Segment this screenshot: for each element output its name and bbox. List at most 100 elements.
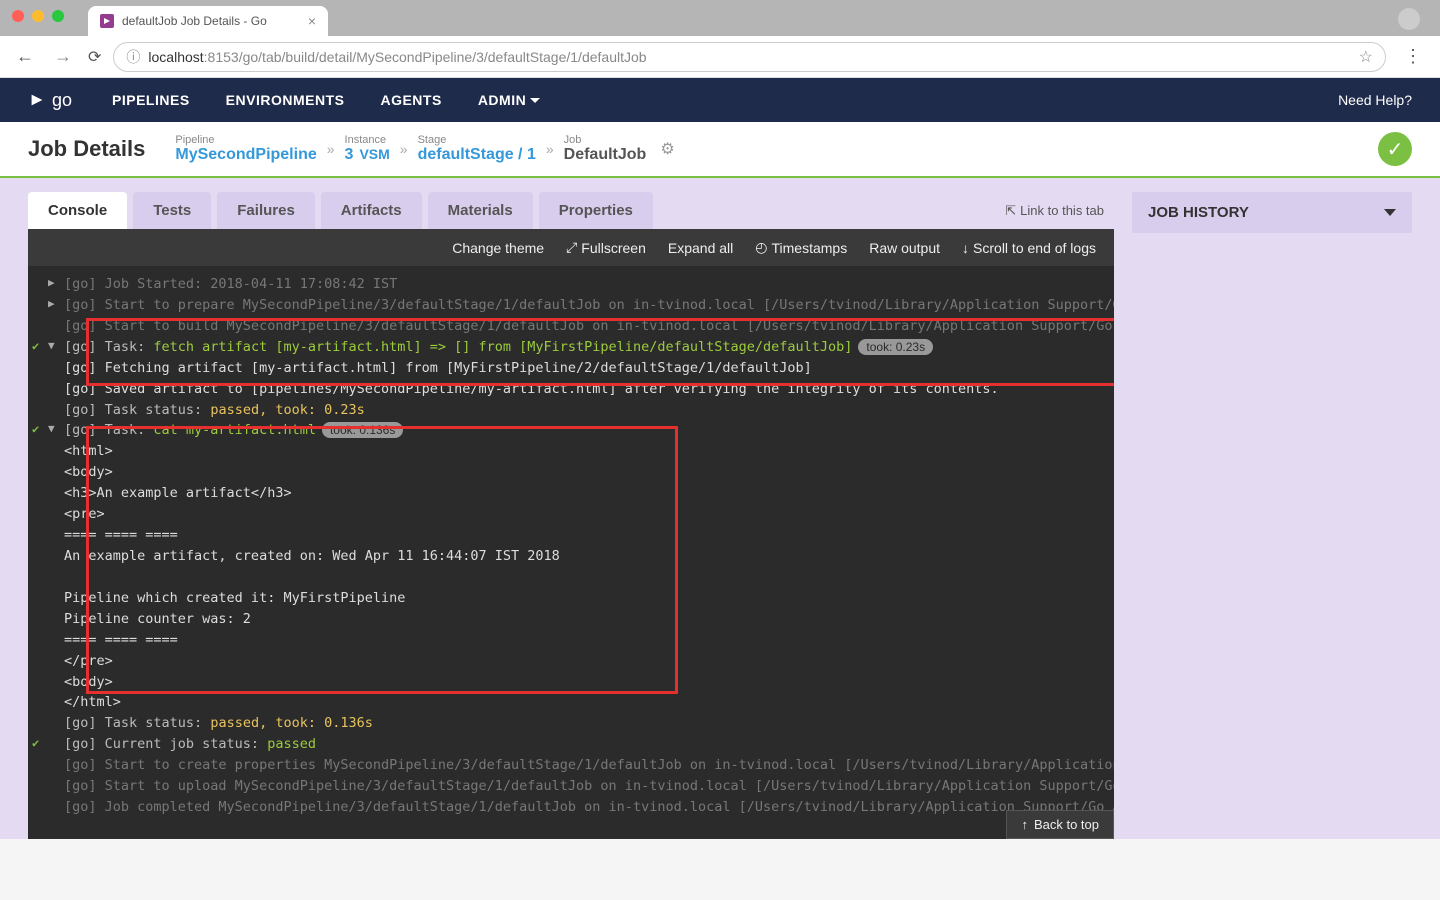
browser-tab-bar: defaultJob Job Details - Go × (0, 0, 1440, 36)
tab-close-icon[interactable]: × (308, 13, 316, 29)
breadcrumb-separator: » (546, 141, 554, 157)
maximize-window-icon[interactable] (52, 10, 64, 22)
link-icon: ⇱ (1005, 203, 1016, 219)
vsm-link[interactable]: VSM (359, 146, 389, 162)
browser-toolbar: ← → ⟳ ⓘ localhost:8153/go/tab/build/deta… (0, 36, 1440, 78)
log-line: Pipeline counter was: 2 (48, 609, 1104, 630)
arrow-up-icon: ↑ (1021, 817, 1028, 832)
pipeline-link[interactable]: MySecondPipeline (175, 146, 316, 164)
log-line: <html> (48, 441, 1104, 462)
nav-environments[interactable]: ENVIRONMENTS (226, 92, 345, 108)
tab-artifacts[interactable]: Artifacts (321, 192, 422, 229)
close-window-icon[interactable] (12, 10, 24, 22)
window-controls (12, 10, 64, 22)
tab-console[interactable]: Console (28, 192, 127, 229)
breadcrumb-instance: Instance 3VSM (345, 134, 390, 164)
check-icon: ✔ (32, 337, 39, 356)
log-line: [go] Start to upload MySecondPipeline/3/… (48, 776, 1104, 797)
nav-admin[interactable]: ADMIN (478, 92, 540, 108)
content-area: Console Tests Failures Artifacts Materia… (0, 178, 1440, 839)
log-line: [go] Task status: passed, took: 0.23s (48, 400, 1104, 421)
console-output: Change theme ⤢ Fullscreen Expand all ◴ T… (28, 229, 1114, 839)
tab-failures[interactable]: Failures (217, 192, 315, 229)
log-line: ✔▼[go] Task: fetch artifact [my-artifact… (48, 337, 1104, 358)
console-toolbar: Change theme ⤢ Fullscreen Expand all ◴ T… (28, 229, 1114, 266)
tab-title: defaultJob Job Details - Go (122, 14, 267, 28)
duration-pill: took: 0.136s (322, 422, 403, 438)
tab-favicon-icon (100, 14, 114, 28)
tab-properties[interactable]: Properties (539, 192, 653, 229)
collapse-caret-icon[interactable]: ▼ (48, 420, 55, 437)
clock-icon: ◴ (755, 239, 767, 256)
back-button[interactable]: ← (12, 46, 38, 67)
breadcrumb-pipeline: Pipeline MySecondPipeline (175, 134, 316, 164)
back-to-top-button[interactable]: ↑Back to top (1006, 810, 1114, 839)
url-host: localhost (148, 49, 203, 65)
collapse-caret-icon[interactable]: ▼ (48, 337, 55, 354)
log-line (48, 567, 1104, 588)
log-line: ✔▼[go] Task: cat my-artifact.htmltook: 0… (48, 420, 1104, 441)
log-line: ==== ==== ==== (48, 630, 1104, 651)
main-nav: PIPELINES ENVIRONMENTS AGENTS ADMIN (112, 92, 540, 108)
log-line: <body> (48, 462, 1104, 483)
browser-menu-icon[interactable]: ⋮ (1398, 46, 1428, 67)
raw-output-button[interactable]: Raw output (869, 239, 940, 256)
reload-button[interactable]: ⟳ (88, 47, 101, 67)
chevron-down-icon (530, 98, 540, 103)
browser-chrome: defaultJob Job Details - Go × ← → ⟳ ⓘ lo… (0, 0, 1440, 78)
tabs-row: Console Tests Failures Artifacts Materia… (28, 192, 1114, 229)
bookmark-icon[interactable]: ☆ (1359, 47, 1373, 67)
job-history-header[interactable]: JOB HISTORY (1132, 192, 1412, 233)
log-line: Pipeline which created it: MyFirstPipeli… (48, 588, 1104, 609)
log-line: </pre> (48, 651, 1104, 672)
app-header: go PIPELINES ENVIRONMENTS AGENTS ADMIN N… (0, 78, 1440, 122)
fullscreen-button[interactable]: ⤢ Fullscreen (566, 239, 646, 256)
log-line: <body> (48, 672, 1104, 693)
help-link[interactable]: Need Help? (1338, 92, 1412, 108)
log-line: </html> (48, 692, 1104, 713)
log-line: [go] Start to build MySecondPipeline/3/d… (48, 316, 1104, 337)
arrow-down-icon: ↓ (962, 240, 969, 256)
change-theme-button[interactable]: Change theme (452, 239, 544, 256)
breadcrumb-separator: » (400, 141, 408, 157)
log-line: ▶[go] Start to prepare MySecondPipeline/… (48, 295, 1104, 316)
site-info-icon[interactable]: ⓘ (126, 47, 140, 67)
breadcrumb: Job Details Pipeline MySecondPipeline » … (0, 122, 1440, 178)
log-line: [go] Job completed MySecondPipeline/3/de… (48, 797, 1104, 818)
gear-icon[interactable]: ⚙ (660, 139, 674, 159)
nav-pipelines[interactable]: PIPELINES (112, 92, 190, 108)
address-bar[interactable]: ⓘ localhost:8153/go/tab/build/detail/MyS… (113, 42, 1386, 72)
browser-profile-icon[interactable] (1398, 8, 1420, 30)
status-badge-passed: ✓ (1378, 132, 1412, 166)
link-to-tab[interactable]: ⇱Link to this tab (1005, 203, 1114, 219)
check-icon: ✔ (32, 734, 39, 753)
log-line: [go] Task status: passed, took: 0.136s (48, 713, 1104, 734)
nav-agents[interactable]: AGENTS (380, 92, 441, 108)
browser-tab[interactable]: defaultJob Job Details - Go × (88, 6, 328, 36)
forward-button[interactable]: → (50, 46, 76, 67)
app-logo[interactable]: go (28, 90, 72, 111)
console-lines[interactable]: ▶[go] Job Started: 2018-04-11 17:08:42 I… (28, 266, 1114, 826)
timestamps-button[interactable]: ◴ Timestamps (755, 239, 847, 256)
tab-tests[interactable]: Tests (133, 192, 211, 229)
duration-pill: took: 0.23s (858, 339, 933, 355)
app-logo-text: go (52, 90, 72, 111)
tab-materials[interactable]: Materials (428, 192, 533, 229)
expand-caret-icon[interactable]: ▶ (48, 274, 55, 291)
scroll-end-button[interactable]: ↓ Scroll to end of logs (962, 239, 1096, 256)
main-panel: Console Tests Failures Artifacts Materia… (28, 192, 1114, 839)
stage-link[interactable]: defaultStage / 1 (418, 146, 536, 164)
expand-all-button[interactable]: Expand all (668, 239, 733, 256)
log-line: ✔[go] Current job status: passed (48, 734, 1104, 755)
check-icon: ✔ (32, 420, 39, 439)
expand-caret-icon[interactable]: ▶ (48, 295, 55, 312)
side-panel: JOB HISTORY (1132, 192, 1412, 839)
breadcrumb-job: Job DefaultJob (564, 134, 647, 164)
log-line: [go] Fetching artifact [my-artifact.html… (48, 358, 1104, 379)
log-line: ▶[go] Job Started: 2018-04-11 17:08:42 I… (48, 274, 1104, 295)
breadcrumb-separator: » (327, 141, 335, 157)
url-path: :8153/go/tab/build/detail/MySecondPipeli… (204, 49, 647, 65)
log-line: An example artifact, created on: Wed Apr… (48, 546, 1104, 567)
log-line: ==== ==== ==== (48, 525, 1104, 546)
minimize-window-icon[interactable] (32, 10, 44, 22)
